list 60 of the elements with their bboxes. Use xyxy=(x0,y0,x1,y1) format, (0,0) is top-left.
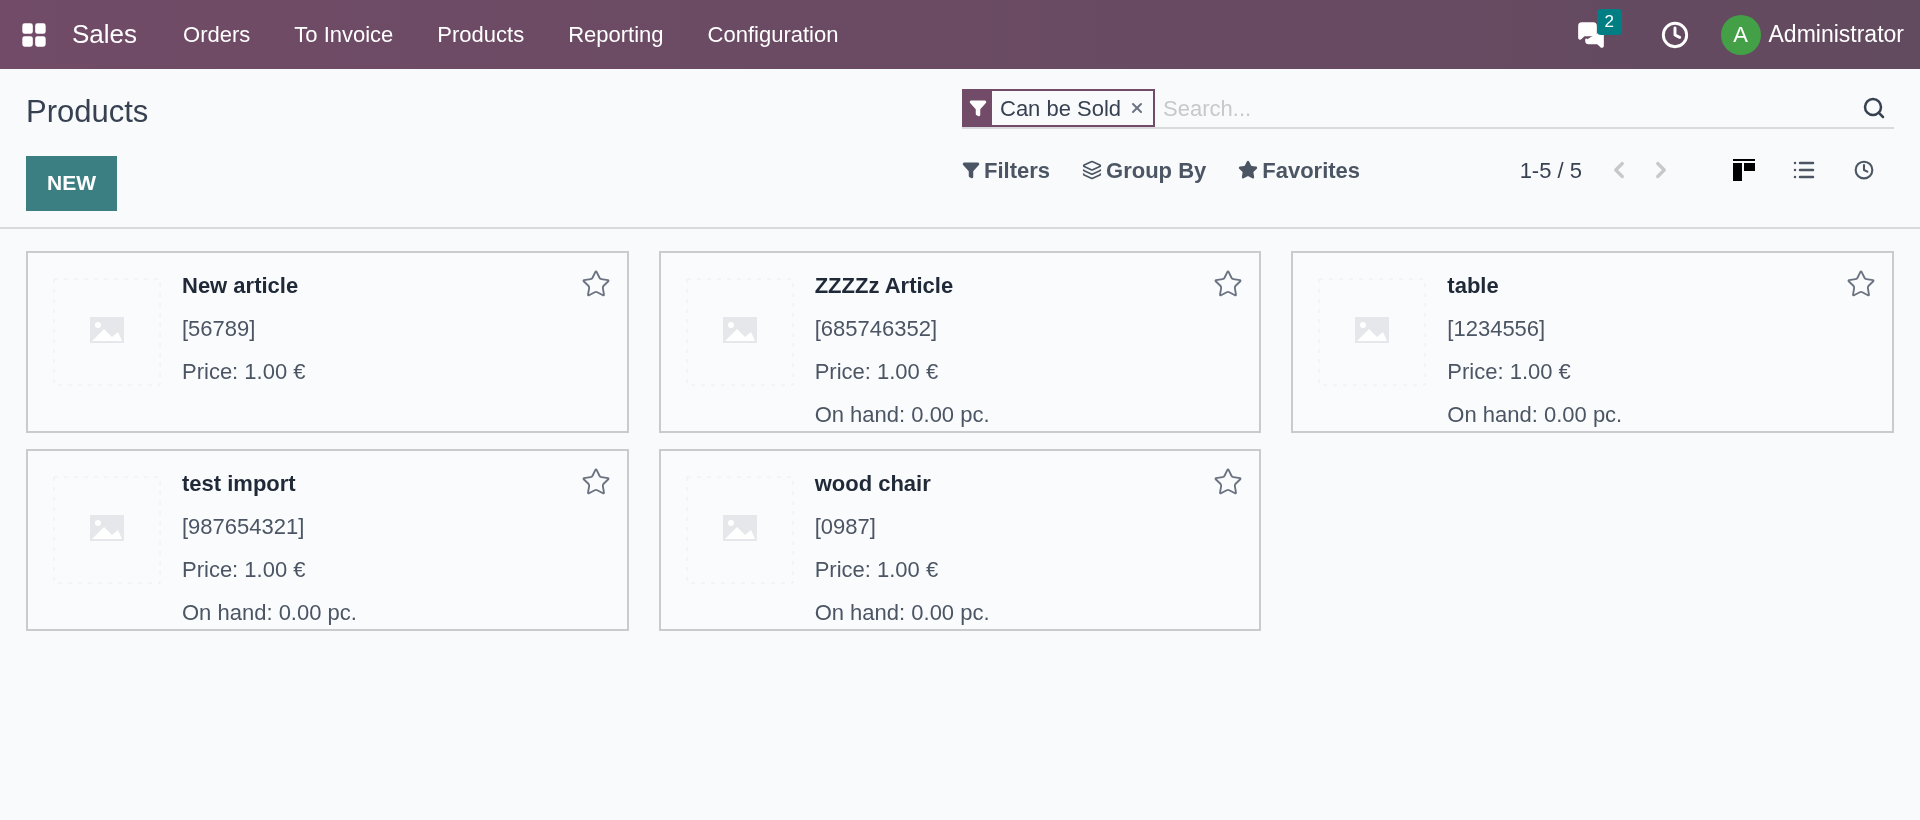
image-placeholder-icon xyxy=(684,276,795,387)
search-option-button[interactable]: Favorites xyxy=(1238,153,1361,187)
product-reference: [987654321] xyxy=(182,512,306,541)
search-option-button[interactable]: Filters xyxy=(962,153,1051,187)
page-title: Products xyxy=(26,93,150,131)
product-name: table xyxy=(1447,271,1500,300)
product-on-hand: On hand: 0.00 pc. xyxy=(1447,400,1623,429)
filter-icon xyxy=(969,99,987,117)
product-price: Price: 1.00 € xyxy=(182,357,306,386)
product-name: wood chair xyxy=(814,469,932,498)
product-card[interactable]: ZZZZz Article [685746352] Price: 1.00 € On hand: 0.00 pc. xyxy=(658,250,1262,433)
favorite-star-icon[interactable] xyxy=(1213,466,1244,497)
search-option-button[interactable]: Group By xyxy=(1082,153,1207,187)
product-card[interactable]: New article [56789] Price: 1.00 € xyxy=(26,250,629,433)
search-icon[interactable] xyxy=(1862,96,1886,120)
product-on-hand: On hand: 0.00 pc. xyxy=(182,598,357,627)
image-placeholder-icon xyxy=(52,474,162,585)
layers-icon xyxy=(1082,160,1103,180)
messages-icon[interactable] xyxy=(1576,20,1605,49)
product-price: Price: 1.00 € xyxy=(814,555,940,584)
menu-item[interactable]: Configuration xyxy=(685,18,861,51)
product-on-hand: On hand: 0.00 pc. xyxy=(814,400,990,429)
product-reference: [1234556] xyxy=(1447,314,1547,343)
image-placeholder-icon xyxy=(1317,276,1428,387)
product-price: Price: 1.00 € xyxy=(1447,357,1572,386)
product-name: ZZZZz Article xyxy=(814,271,955,300)
favorite-star-icon[interactable] xyxy=(580,466,611,497)
star-icon xyxy=(1238,160,1259,180)
menu-item[interactable]: To Invoice xyxy=(272,18,416,51)
product-reference: [56789] xyxy=(182,314,257,343)
product-reference: [0987] xyxy=(814,512,877,541)
product-card[interactable]: wood chair [0987] Price: 1.00 € On hand: 0.00 pc. xyxy=(658,448,1262,631)
product-reference: [685746352] xyxy=(814,314,938,343)
product-name: New article xyxy=(182,271,300,300)
filter-icon xyxy=(962,161,980,179)
apps-menu-icon[interactable] xyxy=(20,20,48,49)
user-name[interactable]: Administrator xyxy=(1768,17,1904,52)
product-card[interactable]: table [1234556] Price: 1.00 € On hand: 0.00 pc. xyxy=(1291,250,1894,433)
image-placeholder-icon xyxy=(52,276,162,387)
product-price: Price: 1.00 € xyxy=(182,555,307,584)
new-button[interactable]: NEW xyxy=(26,155,117,211)
favorite-star-icon[interactable] xyxy=(1213,268,1244,299)
menu-item[interactable]: Orders xyxy=(161,18,273,51)
activity-icon[interactable] xyxy=(1660,20,1689,49)
product-price: Price: 1.00 € xyxy=(814,357,940,386)
product-name: test import xyxy=(182,469,297,498)
app-name[interactable]: Sales xyxy=(72,15,138,54)
filter-facet[interactable]: Can be Sold xyxy=(962,89,1156,127)
menu-item[interactable]: Products xyxy=(415,18,547,51)
facet-label: Can be Sold xyxy=(999,94,1123,123)
favorite-star-icon[interactable] xyxy=(580,268,611,299)
message-count-badge: 2 xyxy=(1596,8,1622,35)
favorite-star-icon[interactable] xyxy=(1846,268,1876,299)
pager-value: 1-5 / 5 xyxy=(1519,156,1582,185)
product-on-hand: On hand: 0.00 pc. xyxy=(814,598,990,627)
clock-icon xyxy=(1854,160,1874,180)
menu-item[interactable]: Reporting xyxy=(546,18,686,51)
kanban-icon xyxy=(1733,159,1755,181)
product-card[interactable]: test import [987654321] Price: 1.00 € On hand: 0.00 pc. xyxy=(26,448,629,631)
image-placeholder-icon xyxy=(684,474,795,585)
